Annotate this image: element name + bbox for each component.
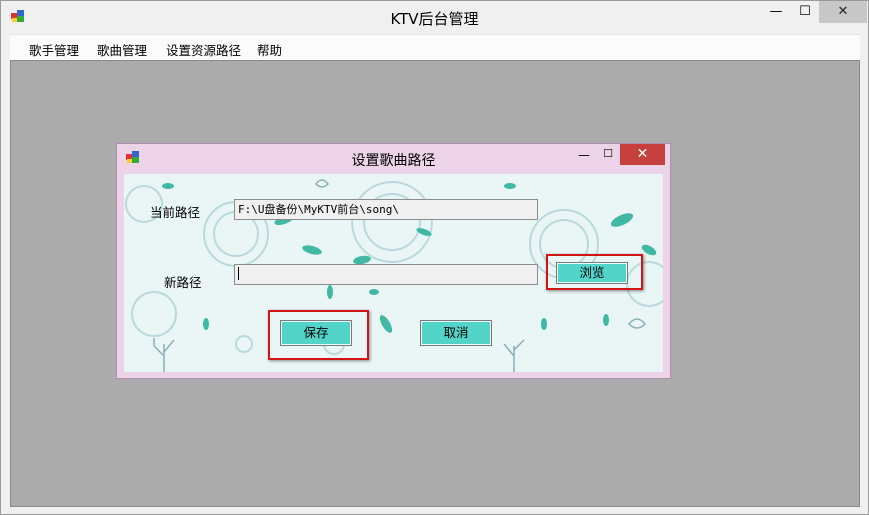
dialog-close-button[interactable]: ✕ xyxy=(620,144,665,165)
menu-song-management[interactable]: 歌曲管理 xyxy=(97,40,147,59)
minimize-button[interactable]: — xyxy=(761,1,791,23)
save-highlight-box xyxy=(268,310,369,360)
title-bar[interactable]: KTV后台管理 — ☐ ✕ xyxy=(1,1,868,33)
menu-resource-path[interactable]: 设置资源路径 xyxy=(166,40,241,59)
cancel-button[interactable]: 取消 xyxy=(420,320,492,346)
new-path-label: 新路径 xyxy=(164,275,202,290)
current-path-label: 当前路径 xyxy=(150,205,201,220)
current-path-field[interactable]: F:\U盘备份\MyKTV前台\song\ xyxy=(234,199,538,220)
menu-help[interactable]: 帮助 xyxy=(257,40,282,59)
maximize-button[interactable]: ☐ xyxy=(791,1,819,23)
dialog-minimize-button[interactable]: — xyxy=(573,145,595,165)
menu-bar: 歌手管理 歌曲管理 设置资源路径 帮助 xyxy=(10,34,860,61)
menu-singer-management[interactable]: 歌手管理 xyxy=(29,40,79,59)
text-caret xyxy=(238,266,239,280)
browse-highlight-box xyxy=(546,254,643,290)
new-path-input[interactable] xyxy=(234,264,538,285)
close-button[interactable]: ✕ xyxy=(819,1,867,23)
window-title: KTV后台管理 xyxy=(390,10,479,28)
dialog-maximize-button[interactable]: ☐ xyxy=(597,145,619,165)
